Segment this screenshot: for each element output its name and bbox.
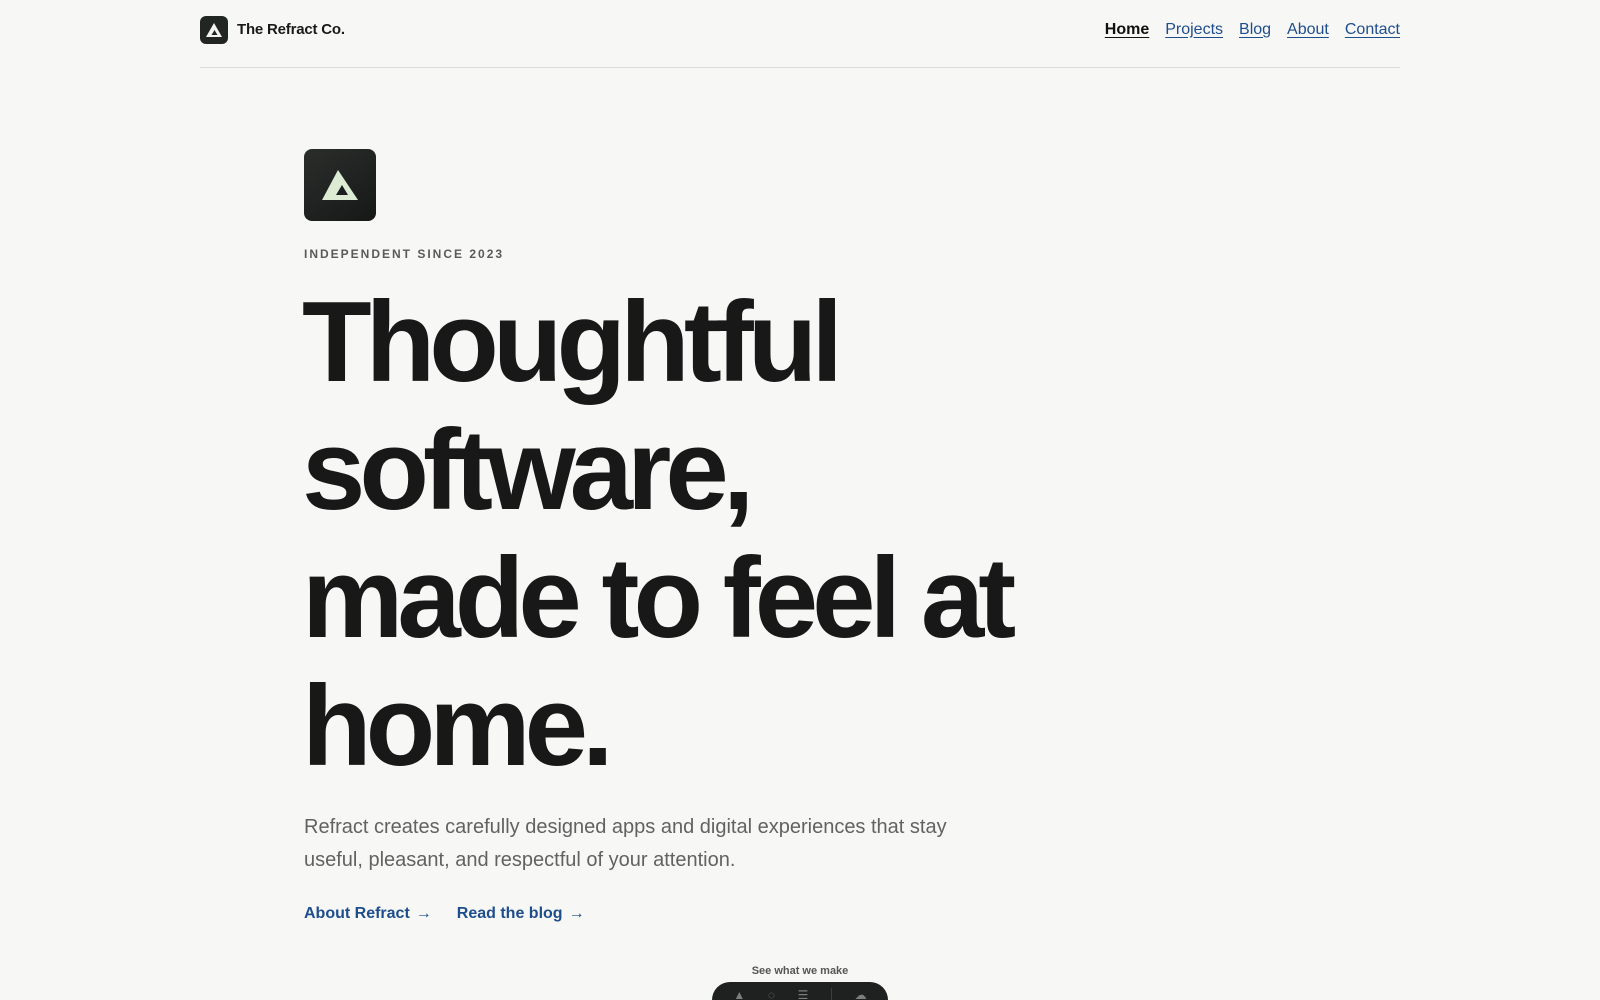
dock-divider (831, 988, 833, 1000)
read-blog-label: Read the blog (456, 905, 563, 922)
nav-contact[interactable]: Contact (1345, 21, 1400, 39)
about-refract-label: About Refract (304, 905, 410, 922)
arrow-right-icon: → (415, 905, 432, 922)
app-dock[interactable]: ▲ ◌ ☰ ☁ (712, 982, 888, 1000)
nav-projects[interactable]: Projects (1165, 21, 1223, 39)
app-dock-icon[interactable]: ◌ (768, 988, 775, 1000)
nav-home[interactable]: Home (1105, 21, 1149, 39)
hero-section: INDEPENDENT SINCE 2023 Thoughtful softwa… (302, 149, 1064, 923)
page: The Refract Co. Home Projects Blog About… (0, 0, 1600, 1000)
hero-eyebrow: INDEPENDENT SINCE 2023 (304, 247, 505, 261)
nav-blog[interactable]: Blog (1239, 21, 1271, 39)
about-refract-link[interactable]: About Refract → (304, 905, 432, 923)
read-blog-link[interactable]: Read the blog → (457, 905, 585, 923)
refract-dock-icon[interactable]: ▲ (733, 988, 745, 1000)
cloud-dock-icon[interactable]: ☁ (855, 988, 867, 1000)
arrow-right-icon: → (568, 905, 585, 922)
list-dock-icon[interactable]: ☰ (798, 988, 809, 1000)
brand[interactable]: The Refract Co. (200, 15, 345, 44)
refract-app-icon (304, 149, 376, 221)
site-header: The Refract Co. Home Projects Blog About… (200, 0, 1400, 68)
main-nav: Home Projects Blog About Contact (1105, 21, 1400, 39)
refract-logo-icon (200, 15, 228, 44)
nav-about[interactable]: About (1287, 21, 1329, 39)
brand-name: The Refract Co. (237, 21, 345, 38)
see-what-we-make-label: See what we make (751, 965, 849, 977)
hero-ctas: About Refract → Read the blog → (304, 905, 1064, 923)
hero-subtitle: Refract creates carefully designed apps … (304, 816, 947, 871)
hero-headline: Thoughtful software, made to feel at hom… (302, 279, 1016, 790)
